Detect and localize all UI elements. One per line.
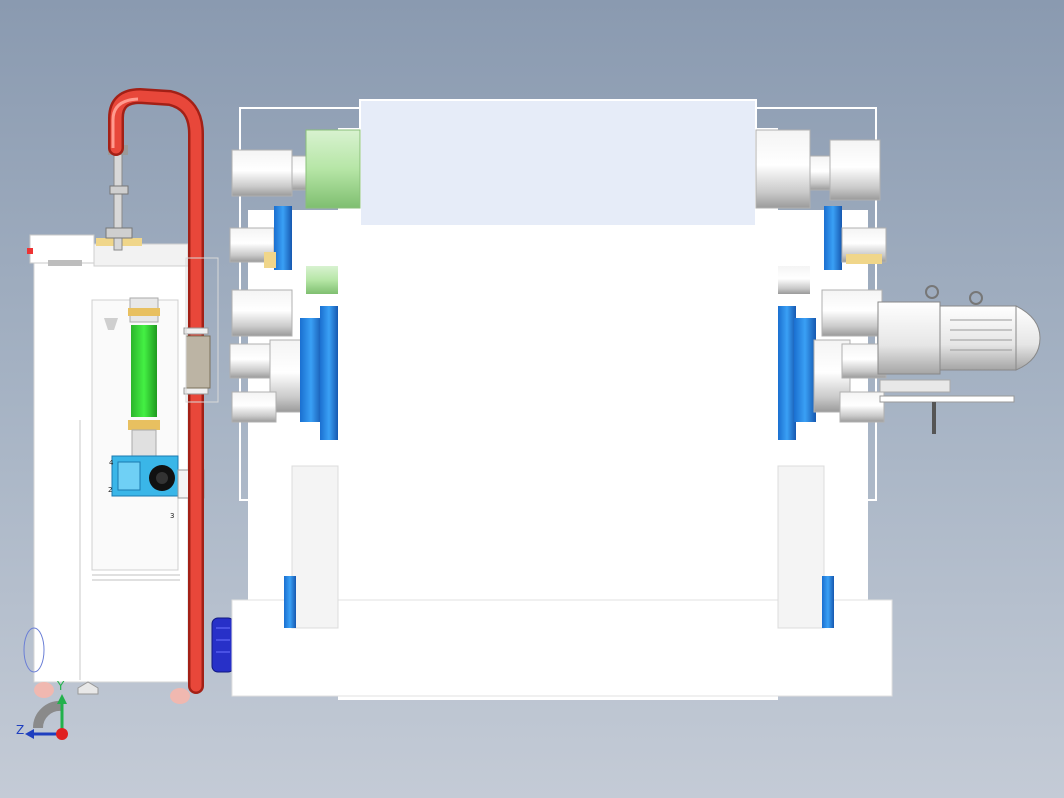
- valve-stem: [105, 145, 133, 251]
- top-panel: [359, 99, 757, 227]
- callout-3: 3: [170, 512, 174, 520]
- right-drive-motor: [877, 285, 1041, 434]
- bottom-blue-motor: [211, 617, 235, 673]
- z-axis-label: Z: [16, 723, 24, 737]
- triad-origin: [56, 728, 68, 740]
- cad-drawing: 4 2 3 Y Z: [16, 87, 1041, 740]
- callout-4: 4: [109, 459, 114, 467]
- cad-viewport[interactable]: 4 2 3 Y Z: [0, 0, 1064, 798]
- callout-2: 2: [108, 486, 112, 494]
- y-axis-label: Y: [56, 679, 65, 693]
